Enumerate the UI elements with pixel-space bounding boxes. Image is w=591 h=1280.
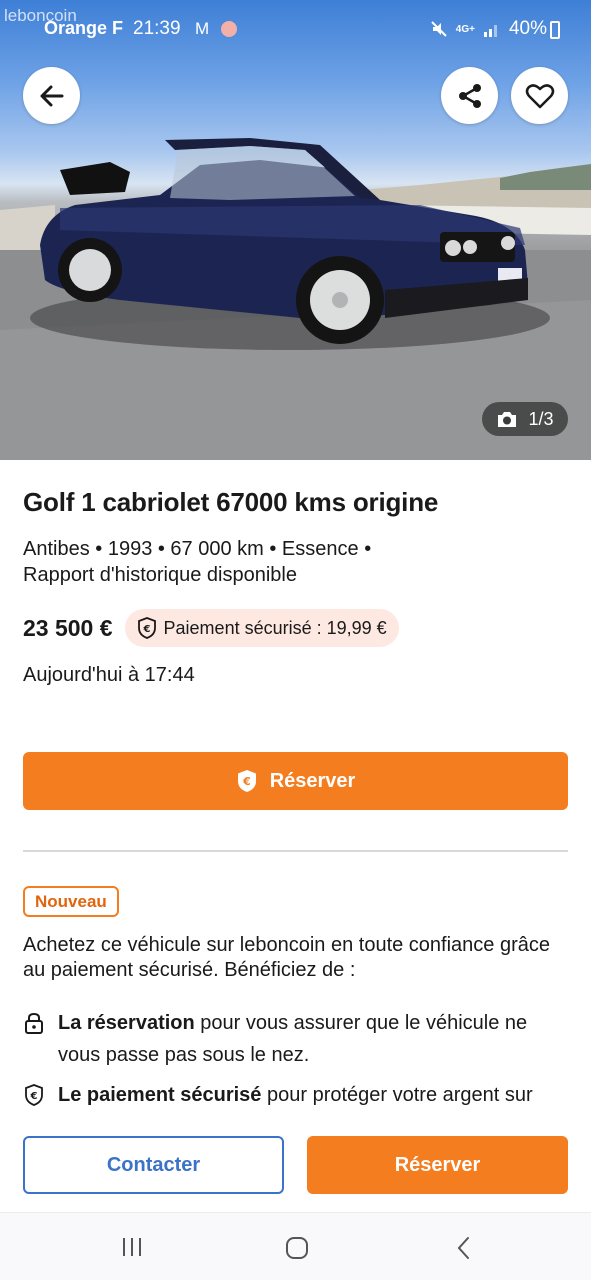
status-right: 4G+ 40% <box>430 18 547 40</box>
carrier-name: Orange F <box>44 18 124 38</box>
listing-date: Aujourd'hui à 17:44 <box>23 664 195 686</box>
arrow-left-icon <box>40 85 63 106</box>
secure-payment-badge[interactable]: € Paiement sécurisé : 19,99 € <box>124 609 399 647</box>
notification-icon <box>221 21 237 37</box>
back-button[interactable] <box>23 67 80 124</box>
reserve-bottom-button[interactable]: Réserver <box>307 1136 568 1194</box>
car-photo <box>0 138 591 460</box>
share-button[interactable] <box>441 67 498 124</box>
battery-icon <box>550 21 560 39</box>
home-icon[interactable] <box>284 1235 310 1261</box>
listing-price: 23 500 € <box>23 614 113 641</box>
feature-title: Le paiement sécurisé <box>58 1084 262 1106</box>
listing-meta-line: Antibes • 1993 • 67 000 km • Essence • <box>23 538 372 560</box>
photo-counter[interactable]: 1/3 <box>482 402 568 436</box>
svg-text:€: € <box>142 624 150 635</box>
promo-intro: Achetez ce véhicule sur leboncoin en tou… <box>23 934 551 981</box>
photo-count: 1/3 <box>528 408 554 429</box>
price-row: 23 500 € € Paiement sécurisé : 19,99 € <box>23 609 399 647</box>
back-nav-icon[interactable] <box>454 1235 474 1261</box>
svg-text:€: € <box>242 775 251 788</box>
feature-title: La réservation <box>58 1012 195 1034</box>
share-icon <box>458 83 481 108</box>
reserve-button[interactable]: € Réserver <box>23 752 568 810</box>
feature-secure-payment-text: Le paiement sécurisé pour protéger votre… <box>58 1079 568 1111</box>
section-divider <box>23 850 568 852</box>
reserve-button-label: Réserver <box>269 769 356 792</box>
feature-description: pour protéger votre argent sur <box>261 1084 533 1106</box>
recent-apps-icon[interactable] <box>120 1235 144 1259</box>
favorite-button[interactable] <box>511 67 568 124</box>
status-bar: leboncoin Orange F 21:39 M 4G+ 40% <box>0 0 591 50</box>
heart-icon <box>525 83 554 108</box>
shield-euro-icon: € <box>25 1084 43 1106</box>
secure-payment-text: Paiement sécurisé : 19,99 € <box>163 617 387 638</box>
shield-euro-icon: € <box>137 617 156 639</box>
signal-icon <box>483 25 497 37</box>
feature-reservation-text: La réservation pour vous assurer que le … <box>58 1007 568 1071</box>
mute-icon <box>431 21 447 37</box>
listing-title: Golf 1 cabriolet 67000 kms origine <box>23 487 439 517</box>
listing-photo[interactable]: leboncoin Orange F 21:39 M 4G+ 40% 1/3 <box>0 0 591 460</box>
gmail-icon: M <box>195 19 210 38</box>
lock-icon <box>25 1012 43 1034</box>
svg-text:€: € <box>30 1091 38 1102</box>
system-nav-bar <box>0 1212 591 1280</box>
history-report-text: Rapport d'historique disponible <box>23 564 297 586</box>
new-badge: Nouveau <box>23 886 119 917</box>
camera-icon <box>498 412 517 427</box>
contact-button[interactable]: Contacter <box>23 1136 284 1194</box>
bottom-action-bar: Contacter Réserver <box>0 1112 591 1212</box>
battery-percent: 40% <box>508 18 547 39</box>
shield-euro-icon: € <box>237 770 256 792</box>
clock: 21:39 <box>133 18 181 39</box>
listing-meta: Antibes • 1993 • 67 000 km • Essence • R… <box>23 536 443 588</box>
network-type: 4G+ <box>455 23 475 35</box>
